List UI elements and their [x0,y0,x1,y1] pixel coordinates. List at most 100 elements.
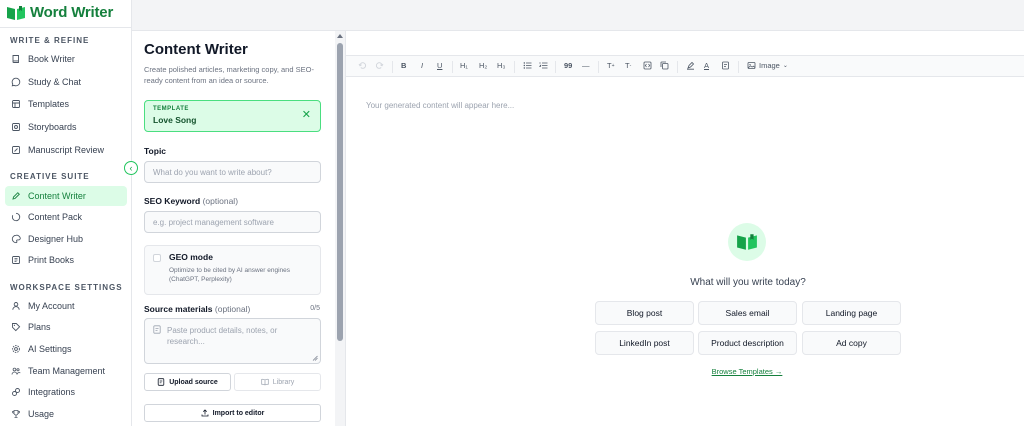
sidebar-item-usage[interactable]: Usage [5,404,127,424]
topic-input[interactable]: What do you want to write about? [144,161,321,183]
editor-placeholder[interactable]: Your generated content will appear here.… [366,101,514,110]
toolbar-divider [738,61,739,73]
embed-icon[interactable] [643,61,652,70]
document-icon [153,325,161,334]
section-title-workspace-settings: WORKSPACE SETTINGS [10,283,123,292]
optional-hint: (optional) [214,304,251,314]
sidebar-item-label: Content Pack [28,212,83,222]
image-dropdown[interactable]: Image ⌄ [747,61,788,70]
pencil-icon [12,192,20,200]
sidebar-item-manuscript-review[interactable]: Manuscript Review [5,140,127,160]
heading-1-icon[interactable]: H₁ [460,61,468,70]
user-icon [12,302,20,310]
seo-keyword-input[interactable]: e.g. project management software [144,211,321,233]
sidebar-item-label: Study & Chat [28,77,82,87]
page-subtitle: Create polished articles, marketing copy… [144,65,314,85]
topic-placeholder: What do you want to write about? [153,167,272,177]
top-header-bar [132,0,1024,31]
superscript-icon[interactable]: T + [607,61,615,70]
browse-templates-link[interactable]: Browse Templates → [695,367,799,376]
image-icon [747,62,756,69]
heading-3-icon[interactable]: H₃ [497,61,505,70]
sidebar-item-plans[interactable]: Plans [5,317,127,337]
geo-mode-checkbox[interactable] [153,254,161,262]
subscript-icon[interactable]: T- [625,61,631,70]
suggestion-ad-copy[interactable]: Ad copy [802,331,901,355]
suggestion-linkedin-post[interactable]: LinkedIn post [595,331,694,355]
upload-source-button[interactable]: Upload source [144,373,231,391]
sidebar-item-templates[interactable]: Templates [5,94,127,114]
app-logo[interactable]: Word Writer [0,0,131,25]
palette-icon [11,234,21,244]
underline-icon[interactable]: U [437,61,442,70]
sidebar-item-label: Templates [28,99,70,109]
italic-icon[interactable]: I [421,61,423,70]
geo-mode-title: GEO mode [169,252,213,262]
copy-icon[interactable] [660,61,669,70]
redo-icon[interactable] [375,61,384,70]
text-color-icon[interactable]: A [704,61,709,70]
source-materials-textarea[interactable]: Paste product details, notes, or researc… [144,318,321,364]
quote-icon[interactable]: 99 [564,61,572,70]
clear-format-icon[interactable] [721,61,730,70]
library-button[interactable]: Library [234,373,321,391]
library-label: Library [272,378,295,386]
content-writer-form-panel: Content Writer Create polished articles,… [132,31,346,426]
resize-handle-icon[interactable] [312,355,318,361]
sidebar-item-content-pack[interactable]: Content Pack [5,207,127,227]
sidebar-item-label: Content Writer [28,191,86,201]
sidebar-item-print-books[interactable]: Print Books [5,250,127,270]
collapse-sidebar-button[interactable]: ‹ [124,161,138,175]
sidebar-item-label: Storyboards [28,122,77,132]
heading-2-icon[interactable]: H₂ [479,61,487,70]
suggestion-blog-post[interactable]: Blog post [595,301,694,325]
sidebar-item-team-management[interactable]: Team Management [5,361,127,381]
toolbar-divider [677,61,678,73]
sidebar-item-book-writer[interactable]: Book Writer [5,49,127,69]
divider [0,27,131,28]
import-to-editor-button[interactable]: Import to editor [144,404,321,422]
sidebar-item-my-account[interactable]: My Account [5,296,127,316]
sidebar-item-label: Team Management [28,366,106,376]
geo-mode-option[interactable]: GEO mode Optimize to be cited by AI answ… [144,245,321,295]
upload-icon [201,409,209,417]
editor-area: B I U H₁ H₂ H₃ 99 — T + T- A Image ⌄ Your… [346,31,1024,426]
suggestion-product-description[interactable]: Product description [698,331,797,355]
book-open-icon [261,378,269,386]
numbered-list-icon[interactable] [539,61,548,70]
sidebar-item-designer-hub[interactable]: Designer Hub [5,229,127,249]
sidebar-item-label: Plans [28,322,51,332]
sidebar-item-ai-settings[interactable]: AI Settings [5,339,127,359]
seo-keyword-placeholder: e.g. project management software [153,217,274,227]
close-icon[interactable]: ✕ [302,108,311,121]
suggestion-landing-page[interactable]: Landing page [802,301,901,325]
file-icon [157,378,165,386]
selected-template-card[interactable]: TEMPLATE Love Song ✕ [144,100,321,132]
panel-scrollbar[interactable] [335,31,345,426]
sidebar-item-integrations[interactable]: Integrations [5,382,127,402]
plug-icon [12,388,20,396]
spinner-icon [11,212,21,222]
team-icon [11,367,21,375]
trophy-icon [12,410,20,418]
sidebar-item-study-chat[interactable]: Study & Chat [5,72,127,92]
sidebar-item-label: Manuscript Review [28,145,105,155]
sidebar-item-label: My Account [28,301,75,311]
bullet-list-icon[interactable] [523,61,532,70]
scrollbar-thumb[interactable] [337,43,343,341]
template-name: Love Song [153,115,197,125]
sidebar-item-label: Book Writer [28,54,75,64]
horizontal-rule-icon[interactable]: — [582,61,590,70]
upload-source-label: Upload source [169,378,218,386]
suggestion-sales-email[interactable]: Sales email [698,301,797,325]
highlight-icon[interactable] [686,61,695,70]
undo-icon[interactable] [358,61,367,70]
writing-prompt-heading: What will you write today? [690,277,806,288]
sidebar-item-label: Integrations [28,387,76,397]
bold-icon[interactable]: B [401,61,406,70]
sidebar-item-content-writer[interactable]: Content Writer [5,186,127,206]
source-materials-label: Source materials (optional) [144,304,251,314]
section-title-write-refine: WRITE & REFINE [10,36,90,45]
scroll-up-arrow-icon[interactable] [337,34,343,38]
sidebar-item-storyboards[interactable]: Storyboards [5,117,127,137]
